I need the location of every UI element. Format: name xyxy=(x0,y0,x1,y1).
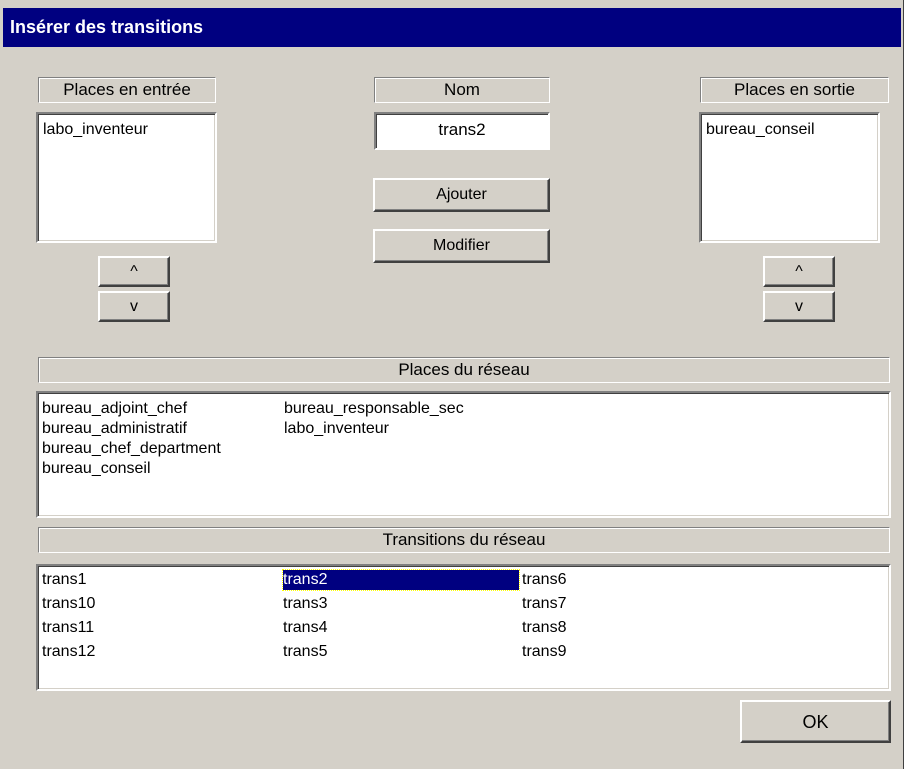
list-item[interactable]: trans6 xyxy=(522,570,566,590)
nom-input[interactable]: trans2 xyxy=(374,112,550,150)
title-bar: Insérer des transitions xyxy=(3,8,901,47)
network-places-header: Places du réseau xyxy=(38,357,890,383)
list-item[interactable]: trans8 xyxy=(522,618,566,638)
list-item[interactable]: trans1 xyxy=(42,570,86,590)
list-item[interactable]: trans12 xyxy=(42,642,95,662)
list-item[interactable]: bureau_conseil xyxy=(706,120,815,140)
list-item[interactable]: bureau_administratif xyxy=(42,419,187,439)
output-move-up-button[interactable]: ^ xyxy=(763,256,835,287)
ok-button[interactable]: OK xyxy=(740,700,891,743)
list-item[interactable]: trans5 xyxy=(283,642,327,662)
input-places-header: Places en entrée xyxy=(38,77,216,103)
list-item[interactable]: trans9 xyxy=(522,642,566,662)
network-transitions-list[interactable]: trans1 trans10 trans11 trans12 trans2 tr… xyxy=(36,564,891,691)
list-item[interactable]: trans11 xyxy=(42,618,94,638)
input-places-list[interactable]: labo_inventeur xyxy=(36,112,217,243)
network-transitions-header: Transitions du réseau xyxy=(38,527,890,553)
list-item[interactable]: bureau_responsable_sec xyxy=(284,399,464,419)
list-item[interactable]: trans7 xyxy=(522,594,566,614)
list-item[interactable]: trans4 xyxy=(283,618,327,638)
output-move-down-button[interactable]: v xyxy=(763,291,835,322)
list-item[interactable]: bureau_chef_department xyxy=(42,439,221,459)
list-item[interactable]: bureau_adjoint_chef xyxy=(42,399,187,419)
list-item[interactable]: trans3 xyxy=(283,594,327,614)
input-move-up-button[interactable]: ^ xyxy=(98,256,170,287)
list-item[interactable]: bureau_conseil xyxy=(42,459,151,479)
nom-header: Nom xyxy=(374,77,550,103)
dialog-window: Insérer des transitions Places en entrée… xyxy=(0,0,904,769)
output-places-list[interactable]: bureau_conseil xyxy=(699,112,880,243)
list-item[interactable]: trans10 xyxy=(42,594,95,614)
list-item-selected[interactable]: trans2 xyxy=(282,569,520,591)
list-item[interactable]: labo_inventeur xyxy=(284,419,389,439)
list-item[interactable]: labo_inventeur xyxy=(43,120,148,140)
network-places-list[interactable]: bureau_adjoint_chef bureau_administratif… xyxy=(36,391,891,518)
output-places-header: Places en sortie xyxy=(700,77,889,103)
modifier-button[interactable]: Modifier xyxy=(373,229,550,263)
input-move-down-button[interactable]: v xyxy=(98,291,170,322)
ajouter-button[interactable]: Ajouter xyxy=(373,178,550,212)
